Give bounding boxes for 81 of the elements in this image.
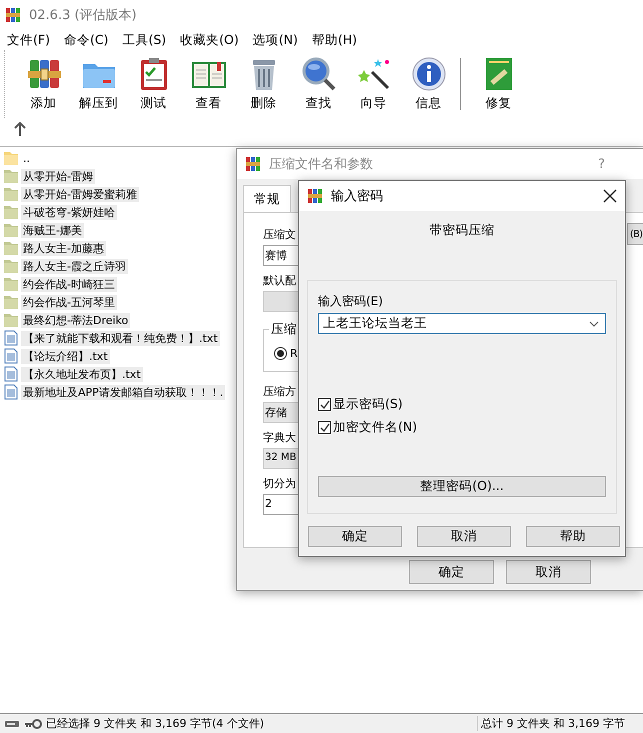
window-title: 02.6.3 (评估版本) [29,7,137,24]
menu-item[interactable]: 收藏夹(O) [180,32,239,48]
app-logo-icon [245,156,261,172]
close-icon[interactable] [603,189,617,203]
toolbar-button[interactable]: 解压到 [71,56,126,112]
help-button[interactable]: ? [598,156,605,172]
folder-icon [3,240,19,256]
browse-button[interactable]: (B) [627,223,643,245]
folder-icon [3,258,19,274]
up-arrow-icon[interactable] [14,122,26,136]
file-name[interactable]: 从零开始-雷姆 [21,168,95,184]
organize-passwords-button[interactable]: 整理密码(O)... [318,476,606,497]
toolbar-button[interactable]: 查找 [291,56,346,112]
toolbar-button[interactable]: 修复 [471,56,526,112]
toolbar-button[interactable]: 信息 [401,56,456,112]
toolbar-button[interactable]: 删除 [236,56,291,112]
dialog-title: 输入密码 [331,188,383,205]
dialog-button[interactable]: 确定 [308,526,402,547]
search-icon [300,56,336,92]
radio-label: R [290,347,298,360]
folder-icon [3,294,19,310]
toolbar-button[interactable]: 查看 [181,56,236,112]
folder-icon [3,150,19,166]
file-name[interactable]: 海贼王-娜美 [21,222,84,238]
key-icon [24,718,42,730]
text-file-icon [3,348,19,364]
field-label: 压缩文 [263,227,296,242]
field-label: 输入密码(E) [318,293,383,310]
dialog-button[interactable]: 取消 [506,560,591,584]
toolbar-button[interactable]: 测试 [126,56,181,112]
status-total: 总计 9 文件夹 和 3,169 字节 [477,716,643,731]
dialog-button[interactable]: 取消 [417,526,511,547]
file-name[interactable]: 【论坛介绍】.txt [21,348,110,364]
file-name[interactable]: 从零开始-雷姆爱蜜莉雅 [21,186,139,202]
menu-item[interactable]: 命令(C) [64,32,108,48]
password-field[interactable]: 上老王论坛当老王 [318,313,606,334]
file-name[interactable]: 约会作战-时崎狂三 [21,276,117,292]
text-file-icon [3,366,19,382]
drive-icon [4,718,20,728]
file-name[interactable]: 【来了就能下载和观看！纯免费！】.txt [21,330,220,346]
file-name[interactable]: 斗破苍穹-紫妍娃哈 [21,204,117,220]
dialog-button[interactable]: 确定 [409,560,494,584]
dialog-heading: 带密码压缩 [428,221,496,239]
menu-item[interactable]: 帮助(H) [312,32,357,48]
toolbar-button[interactable]: 向导 [346,56,401,112]
file-name[interactable]: 最终幻想-蒂法Dreiko [21,312,130,328]
menu-item[interactable]: 工具(S) [122,32,166,48]
checkbox-label: 显示密码(S) [333,396,403,413]
file-name[interactable]: .. [21,152,32,164]
dialog-button[interactable]: 帮助 [526,526,620,547]
checkbox[interactable] [318,421,331,434]
folder-icon [3,222,19,238]
field-label: 压缩方 [263,384,296,399]
folder-icon [3,204,19,220]
field-label: 默认配 [263,273,296,288]
field-label: 字典大 [263,430,296,445]
text-file-icon [3,384,19,400]
checkbox[interactable] [318,398,331,411]
menu-item[interactable]: 文件(F) [7,32,50,48]
dropdown-caret-icon [589,320,599,326]
dialog-title: 压缩文件名和参数 [269,156,373,173]
folder-icon [3,186,19,202]
field-label: 切分为 [263,476,296,491]
menu-item[interactable]: 选项(N) [252,32,298,48]
tab[interactable]: 常规 [243,185,291,212]
app-logo-icon [5,7,21,23]
app-logo-icon [307,188,323,204]
file-name[interactable]: 约会作战-五河琴里 [21,294,117,310]
radio-button[interactable] [274,347,287,360]
file-name[interactable]: 最新地址及APP请发邮箱自动获取！！！. [21,384,226,400]
file-name[interactable]: 【永久地址发布页】.txt [21,366,143,382]
toolbar-button[interactable]: 添加 [16,56,71,112]
file-name[interactable]: 路人女主-霞之丘诗羽 [21,258,128,274]
checkbox-label: 加密文件名(N) [333,419,418,436]
info-icon [410,56,446,92]
folder-icon [3,168,19,184]
status-text: 已经选择 9 文件夹 和 3,169 字节(4 个文件) [46,716,264,731]
folder-icon [3,312,19,328]
file-name[interactable]: 路人女主-加藤惠 [21,240,106,256]
folder-icon [3,276,19,292]
text-file-icon [3,330,19,346]
